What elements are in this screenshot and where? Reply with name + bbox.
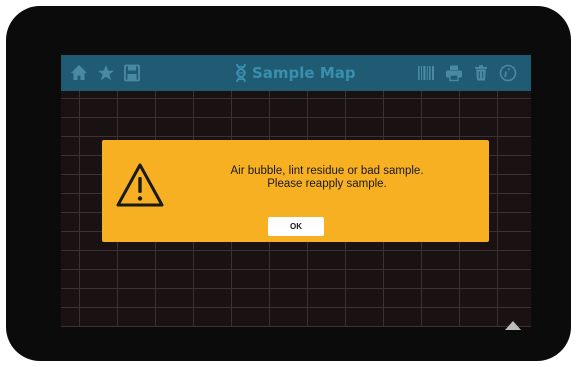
- top-toolbar: Sample Map: [61, 55, 531, 91]
- save-icon[interactable]: [122, 63, 142, 83]
- warning-icon: [116, 163, 164, 207]
- ok-button[interactable]: OK: [268, 217, 324, 236]
- scroll-up-arrow-icon[interactable]: [505, 321, 521, 330]
- info-icon[interactable]: [498, 63, 518, 83]
- alert-message: Air bubble, lint residue or bad sample. …: [197, 165, 457, 191]
- title-group: Sample Map: [233, 61, 356, 85]
- page-title: Sample Map: [252, 64, 356, 82]
- alert-message-line-1: Air bubble, lint residue or bad sample.: [230, 165, 424, 177]
- print-icon[interactable]: [444, 63, 464, 83]
- home-icon[interactable]: [69, 63, 89, 83]
- dna-icon: [236, 63, 246, 83]
- alert-message-line-2: Please reapply sample.: [267, 178, 387, 190]
- trash-icon[interactable]: [471, 63, 491, 83]
- barcode-icon[interactable]: [416, 63, 436, 83]
- star-icon[interactable]: [96, 63, 116, 83]
- alert-dialog: Air bubble, lint residue or bad sample. …: [102, 140, 489, 242]
